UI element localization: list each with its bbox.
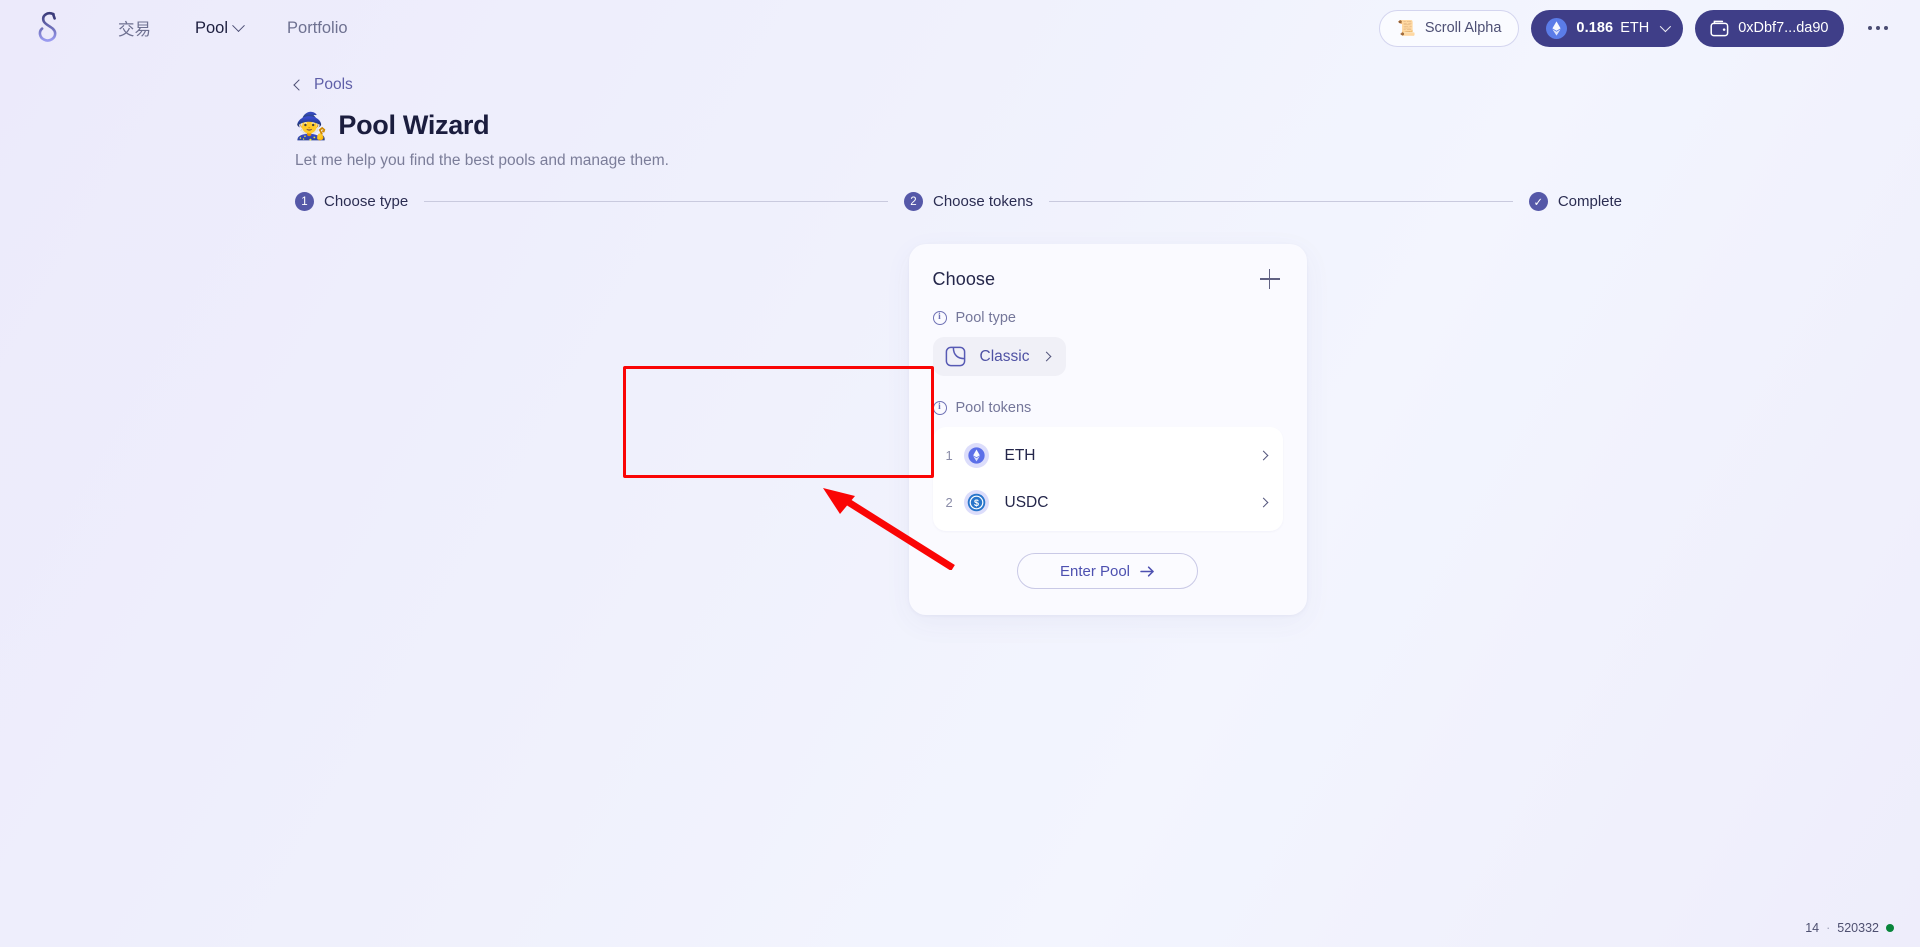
balance-unit: ETH: [1620, 20, 1650, 36]
network-label: Scroll Alpha: [1424, 20, 1502, 36]
nav-item-label: Portfolio: [287, 18, 348, 37]
wallet-address: 0xDbf7...da90: [1738, 20, 1829, 36]
step-label: Complete: [1557, 193, 1623, 210]
page-content: Pools 🧙 Pool Wizard Let me help you find…: [0, 56, 1920, 615]
arrow-right-icon: [1140, 565, 1155, 578]
token-symbol: USDC: [1004, 493, 1049, 511]
info-icon[interactable]: i: [932, 311, 947, 325]
token-row-eth[interactable]: 1 ETH: [933, 432, 1283, 479]
step-connector: [1049, 201, 1513, 202]
footer-separator: ·: [1826, 921, 1831, 935]
pool-type-label-text: Pool type: [955, 310, 1016, 326]
enter-pool-label: Enter Pool: [1059, 562, 1131, 580]
scroll-icon: 📜: [1397, 19, 1416, 37]
step-connector: [424, 201, 888, 202]
card-title: Choose: [932, 268, 996, 289]
infinity-logo-icon[interactable]: [30, 8, 68, 48]
chevron-right-icon: [1258, 497, 1268, 508]
card-header: Choose: [933, 266, 1283, 292]
page-title-row: 🧙 Pool Wizard: [295, 110, 1920, 141]
nav-item-portfolio[interactable]: Portfolio: [265, 11, 370, 46]
chevron-right-icon: [1258, 450, 1268, 461]
status-dot-icon: [1886, 924, 1894, 932]
nav-item-trade[interactable]: 交易: [96, 8, 173, 48]
pool-tokens-list: 1 ETH 2 $ USDC: [932, 427, 1283, 531]
pool-type-label: i Pool type: [932, 310, 1283, 326]
token-symbol: ETH: [1004, 446, 1036, 464]
footer-block-number: 520332: [1837, 921, 1879, 935]
more-options-icon[interactable]: [1860, 16, 1897, 41]
choose-card: Choose i Pool type Classic i Pool tokens…: [908, 244, 1307, 615]
step-choose-tokens[interactable]: 2 Choose tokens: [903, 192, 1034, 211]
nav-item-label: Pool: [195, 18, 229, 37]
classic-pool-icon: [945, 346, 966, 367]
token-index: 2: [945, 495, 953, 510]
footer-status: 14 · 520332: [1805, 921, 1894, 935]
pool-type-value: Classic: [979, 347, 1030, 365]
app-header: 交易 Pool Portfolio 📜 Scroll Alpha 0.186 E…: [0, 0, 1920, 56]
eth-token-icon: [963, 443, 989, 468]
usdc-token-icon: $: [963, 490, 989, 515]
pool-tokens-label-text: Pool tokens: [955, 400, 1032, 416]
plus-icon[interactable]: [1257, 266, 1283, 292]
step-complete[interactable]: ✓ Complete: [1528, 192, 1623, 211]
balance-chip[interactable]: 0.186 ETH: [1531, 9, 1684, 47]
token-row-usdc[interactable]: 2 $ USDC: [933, 479, 1283, 526]
page-title: Pool Wizard: [338, 110, 490, 140]
enter-pool-button[interactable]: Enter Pool: [1017, 553, 1198, 589]
step-label: Choose type: [324, 193, 409, 210]
info-icon[interactable]: i: [932, 401, 947, 415]
svg-text:$: $: [974, 498, 979, 508]
footer-left-number: 14: [1805, 921, 1820, 935]
step-badge: 2: [903, 192, 923, 211]
step-badge: 1: [295, 192, 314, 211]
breadcrumb-label: Pools: [314, 76, 353, 93]
step-badge: ✓: [1528, 192, 1548, 211]
nav-item-label: 交易: [118, 21, 151, 39]
wizard-icon: 🧙: [295, 110, 328, 141]
chevron-left-icon: [293, 79, 305, 91]
step-label: Choose tokens: [932, 193, 1034, 210]
network-chip[interactable]: 📜 Scroll Alpha: [1379, 9, 1520, 47]
chevron-down-icon: [232, 18, 245, 32]
wizard-card-wrapper: Choose i Pool type Classic i Pool tokens…: [295, 244, 1920, 615]
main-nav: 交易 Pool Portfolio: [96, 8, 370, 48]
balance-amount: 0.186: [1576, 20, 1614, 36]
eth-token-icon: [1546, 17, 1568, 39]
nav-item-pool[interactable]: Pool: [173, 11, 265, 46]
breadcrumb-pools[interactable]: Pools: [293, 72, 353, 98]
token-index: 1: [945, 448, 953, 463]
wallet-chip[interactable]: 0xDbf7...da90: [1695, 9, 1844, 47]
chevron-down-icon: [1659, 20, 1672, 33]
wallet-icon: [1710, 20, 1729, 37]
wizard-stepper: 1 Choose type 2 Choose tokens ✓ Complete: [295, 192, 1920, 211]
pool-type-selector[interactable]: Classic: [932, 337, 1067, 376]
page-subtitle: Let me help you find the best pools and …: [295, 152, 669, 169]
step-choose-type[interactable]: 1 Choose type: [295, 192, 408, 211]
header-actions: 📜 Scroll Alpha 0.186 ETH 0xDbf7...da90: [1379, 9, 1897, 47]
chevron-right-icon: [1042, 351, 1052, 362]
pool-tokens-label: i Pool tokens: [932, 400, 1283, 416]
